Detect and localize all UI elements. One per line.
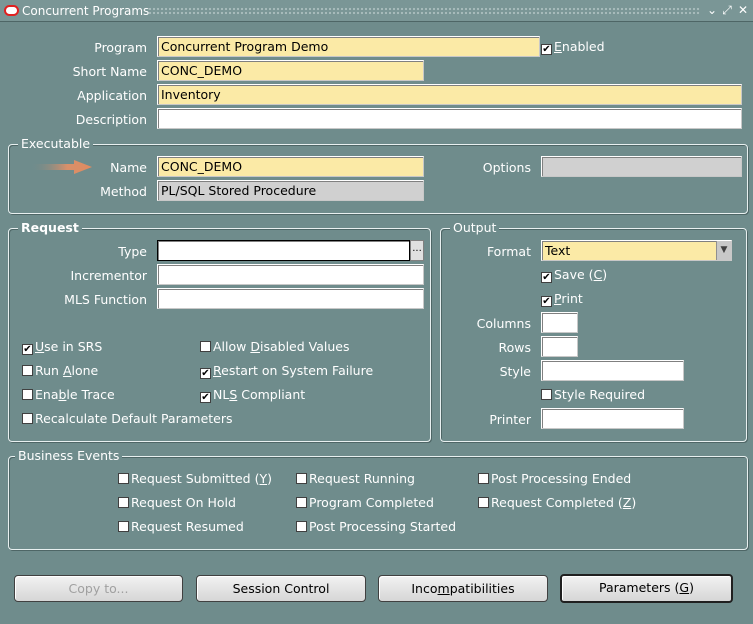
copy-to-button[interactable]: Copy to... [14,575,183,602]
print-checkbox[interactable]: ✔ Print [541,291,583,307]
request-submitted-checkbox[interactable]: Request Submitted (Y) [118,471,272,486]
short-name-label: Short Name [72,64,147,79]
check-icon[interactable] [118,497,129,508]
columns-label: Columns [476,316,531,331]
session-control-button[interactable]: Session Control [196,575,366,602]
check-icon[interactable] [296,497,307,508]
options-label: Options [482,160,531,175]
program-label: Program [94,40,147,55]
description-label: Description [75,112,147,127]
type-lov-button[interactable]: ... [410,240,424,261]
type-input[interactable] [157,240,410,261]
close-icon[interactable]: ✕ [736,3,750,17]
mls-function-label: MLS Function [64,292,147,307]
request-title: Request [18,220,82,235]
enable-trace-checkbox[interactable]: Enable Trace [22,387,115,402]
check-icon[interactable] [296,473,307,484]
window-title: Concurrent Programs [22,4,150,18]
check-icon[interactable] [478,497,489,508]
chevron-down-icon[interactable]: ▼ [716,241,731,260]
check-icon[interactable] [118,521,129,532]
check-icon[interactable]: ✔ [200,368,211,379]
request-resumed-checkbox[interactable]: Request Resumed [118,519,244,534]
check-icon[interactable]: ✔ [200,392,211,403]
executable-name-input[interactable]: CONC_DEMO [157,156,424,177]
check-icon[interactable]: ✔ [22,344,33,355]
incompatibilities-button[interactable]: Incompatibilities [378,575,548,602]
executable-title: Executable [18,136,94,151]
format-selected-value: Text [545,243,571,258]
business-events-title: Business Events [15,448,123,463]
method-label: Method [100,184,147,199]
check-icon[interactable] [22,389,33,400]
output-title: Output [450,220,500,235]
application-label: Application [77,88,147,103]
check-icon[interactable] [541,389,552,400]
executable-group [8,144,748,214]
recalculate-defaults-checkbox[interactable]: Recalculate Default Parameters [22,411,233,426]
restart-on-failure-checkbox[interactable]: ✔ Restart on System Failure [200,363,373,379]
use-in-srs-checkbox[interactable]: ✔ Use in SRS [22,339,102,355]
nls-compliant-checkbox[interactable]: ✔ NLS Compliant [200,387,305,403]
window-titlebar[interactable]: Concurrent Programs ⌄ ⤢ ✕ [0,0,753,22]
columns-input[interactable] [541,312,578,333]
request-completed-checkbox[interactable]: Request Completed (Z) [478,495,636,510]
minimize-icon[interactable]: ⌄ [705,3,719,17]
style-required-checkbox[interactable]: Style Required [541,387,645,402]
request-running-checkbox[interactable]: Request Running [296,471,415,486]
check-icon[interactable] [118,473,129,484]
method-input[interactable]: PL/SQL Stored Procedure [157,180,424,201]
type-label: Type [118,244,147,259]
enabled-check-icon[interactable]: ✔ [541,44,552,55]
request-on-hold-checkbox[interactable]: Request On Hold [118,495,236,510]
printer-input[interactable] [541,408,684,429]
mls-function-input[interactable] [157,288,424,309]
program-input[interactable]: Concurrent Program Demo [157,36,540,57]
maximize-icon[interactable]: ⤢ [720,3,734,17]
post-processing-started-checkbox[interactable]: Post Processing Started [296,519,456,534]
check-icon[interactable] [22,365,33,376]
incrementor-input[interactable] [157,264,424,285]
description-input[interactable] [157,108,742,129]
allow-disabled-values-checkbox[interactable]: Allow Disabled Values [200,339,349,354]
style-label: Style [499,364,531,379]
application-input[interactable]: Inventory [157,84,742,105]
enabled-checkbox[interactable]: ✔ Enabled [541,39,605,55]
rows-label: Rows [498,340,531,355]
check-icon[interactable] [478,473,489,484]
options-input[interactable] [541,156,742,177]
short-name-input[interactable]: CONC_DEMO [157,60,424,81]
check-icon[interactable]: ✔ [541,296,552,307]
titlebar-pattern [148,7,700,16]
executable-name-label: Name [110,160,147,175]
format-select[interactable]: Text [541,240,732,261]
format-label: Format [486,244,531,259]
printer-label: Printer [489,412,531,427]
check-icon[interactable] [296,521,307,532]
check-icon[interactable] [22,413,33,424]
rows-input[interactable] [541,336,578,357]
incrementor-label: Incrementor [70,268,147,283]
parameters-button[interactable]: Parameters (G) [560,574,733,603]
check-icon[interactable] [200,341,211,352]
program-completed-checkbox[interactable]: Program Completed [296,495,434,510]
oracle-logo-icon [4,5,19,16]
check-icon[interactable]: ✔ [541,272,552,283]
save-checkbox[interactable]: ✔ Save (C) [541,267,607,283]
style-input[interactable] [541,360,684,381]
run-alone-checkbox[interactable]: Run Alone [22,363,98,378]
post-processing-ended-checkbox[interactable]: Post Processing Ended [478,471,631,486]
